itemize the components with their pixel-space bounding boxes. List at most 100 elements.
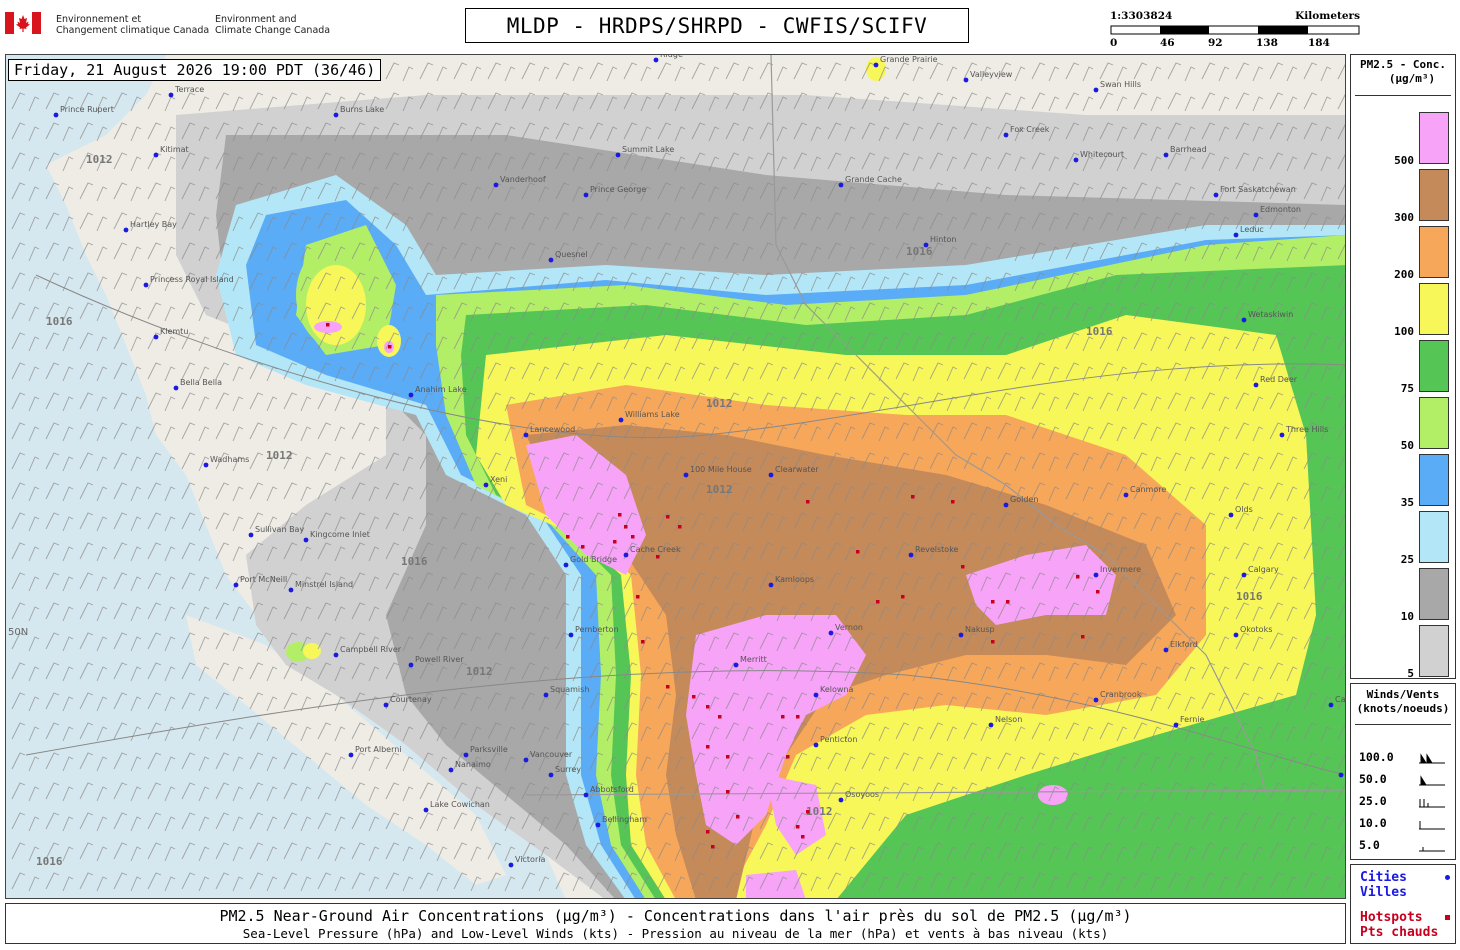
city-dot[interactable] xyxy=(303,537,309,543)
city-dot[interactable] xyxy=(733,662,739,668)
city-dot[interactable] xyxy=(548,257,554,263)
city-label: Clearwater xyxy=(775,465,819,474)
city-label: Lake Cowichan xyxy=(430,800,490,809)
city-dot[interactable] xyxy=(1279,432,1285,438)
city-dot[interactable] xyxy=(493,182,499,188)
city-dot[interactable] xyxy=(153,334,159,340)
city-dot[interactable] xyxy=(383,702,389,708)
city-dot[interactable] xyxy=(873,62,879,68)
legend-label-5: 5 xyxy=(1407,667,1414,680)
city-dot[interactable] xyxy=(1093,87,1099,93)
city-dot[interactable] xyxy=(623,552,629,558)
hotspot-marker xyxy=(566,535,570,539)
city-dot[interactable] xyxy=(463,752,469,758)
city-dot[interactable] xyxy=(1213,192,1219,198)
city-dot[interactable] xyxy=(563,562,569,568)
legend-label-75: 75 xyxy=(1400,382,1414,395)
isobar-label: 1012 xyxy=(466,665,493,678)
city-dot[interactable] xyxy=(1093,572,1099,578)
legend-swatch-25 xyxy=(1419,511,1449,563)
city-dot[interactable] xyxy=(53,112,59,118)
city-label: Nakusp xyxy=(965,625,995,634)
city-dot[interactable] xyxy=(923,242,929,248)
city-dot[interactable] xyxy=(1173,722,1179,728)
map-panel[interactable]: 1012 1012 1012 1012 1012 1012 1016 1016 … xyxy=(5,54,1346,899)
hotspot-marker xyxy=(1081,635,1085,639)
city-dot[interactable] xyxy=(233,582,239,588)
city-dot[interactable] xyxy=(508,862,514,868)
city-dot[interactable] xyxy=(1241,572,1247,578)
city-dot[interactable] xyxy=(248,532,254,538)
city-dot[interactable] xyxy=(1338,772,1344,778)
wind-speed-25: 25.0 xyxy=(1359,794,1387,808)
city-dot[interactable] xyxy=(1163,647,1169,653)
city-dot[interactable] xyxy=(333,112,339,118)
city-dot[interactable] xyxy=(595,822,601,828)
city-dot[interactable] xyxy=(408,392,414,398)
city-dot[interactable] xyxy=(523,757,529,763)
gov-name-fr: Environnement et Changement climatique C… xyxy=(56,14,209,36)
city-dot[interactable] xyxy=(523,432,529,438)
city-dot[interactable] xyxy=(1163,152,1169,158)
city-dot[interactable] xyxy=(1241,317,1247,323)
city-dot[interactable] xyxy=(1003,132,1009,138)
city-dot[interactable] xyxy=(548,772,554,778)
city-dot[interactable] xyxy=(683,472,689,478)
smoke-forecast-map[interactable]: 1012 1012 1012 1012 1012 1012 1016 1016 … xyxy=(6,55,1346,899)
city-dot[interactable] xyxy=(988,722,994,728)
city-dot[interactable] xyxy=(348,752,354,758)
city-dot[interactable] xyxy=(1073,157,1079,163)
city-dot[interactable] xyxy=(653,57,659,63)
city-dot[interactable] xyxy=(1123,492,1129,498)
isobar-label: 1016 xyxy=(46,315,73,328)
legend-divider xyxy=(1355,724,1451,725)
hotspot-marker xyxy=(1006,600,1010,604)
city-dot[interactable] xyxy=(168,92,174,98)
legend-wind-units: (knots/noeuds) xyxy=(1356,702,1450,715)
city-dot[interactable] xyxy=(838,797,844,803)
city-label: Gold Bridge xyxy=(570,555,617,564)
city-dot[interactable] xyxy=(1253,382,1259,388)
city-dot[interactable] xyxy=(408,662,414,668)
city-dot[interactable] xyxy=(1328,702,1334,708)
city-dot[interactable] xyxy=(838,182,844,188)
legend-swatch-500 xyxy=(1419,112,1449,164)
city-label: Cache Creek xyxy=(630,545,681,554)
city-dot[interactable] xyxy=(908,552,914,558)
city-dot[interactable] xyxy=(958,632,964,638)
city-dot[interactable] xyxy=(1253,212,1259,218)
city-dot[interactable] xyxy=(483,482,489,488)
city-dot[interactable] xyxy=(1233,232,1239,238)
city-dot[interactable] xyxy=(568,632,574,638)
city-dot[interactable] xyxy=(1233,632,1239,638)
city-dot[interactable] xyxy=(123,227,129,233)
city-dot[interactable] xyxy=(813,692,819,698)
city-dot[interactable] xyxy=(203,462,209,468)
city-label: Canmore xyxy=(1130,485,1166,494)
city-dot[interactable] xyxy=(963,77,969,83)
city-dot[interactable] xyxy=(423,807,429,813)
city-dot[interactable] xyxy=(768,472,774,478)
scale-bar: 1:3303824 Kilometers 0 46 92 138 184 xyxy=(1110,10,1362,52)
city-dot[interactable] xyxy=(813,742,819,748)
caption-line1: PM2.5 Near-Ground Air Concentrations (μg… xyxy=(219,907,1132,925)
city-dot[interactable] xyxy=(153,152,159,158)
city-dot[interactable] xyxy=(618,417,624,423)
city-dot[interactable] xyxy=(143,282,149,288)
city-dot[interactable] xyxy=(1003,502,1009,508)
city-dot[interactable] xyxy=(768,582,774,588)
city-dot[interactable] xyxy=(543,692,549,698)
city-dot[interactable] xyxy=(583,192,589,198)
city-dot[interactable] xyxy=(1228,512,1234,518)
city-dot[interactable] xyxy=(583,792,589,798)
city-dot[interactable] xyxy=(615,152,621,158)
city-label: Lethbridge xyxy=(1345,765,1346,774)
city-dot[interactable] xyxy=(288,587,294,593)
city-label: Parksville xyxy=(470,745,508,754)
city-dot[interactable] xyxy=(1093,697,1099,703)
city-dot[interactable] xyxy=(173,385,179,391)
city-dot[interactable] xyxy=(828,630,834,636)
city-dot[interactable] xyxy=(333,652,339,658)
city-dot[interactable] xyxy=(448,767,454,773)
hotspot-marker xyxy=(786,755,790,759)
